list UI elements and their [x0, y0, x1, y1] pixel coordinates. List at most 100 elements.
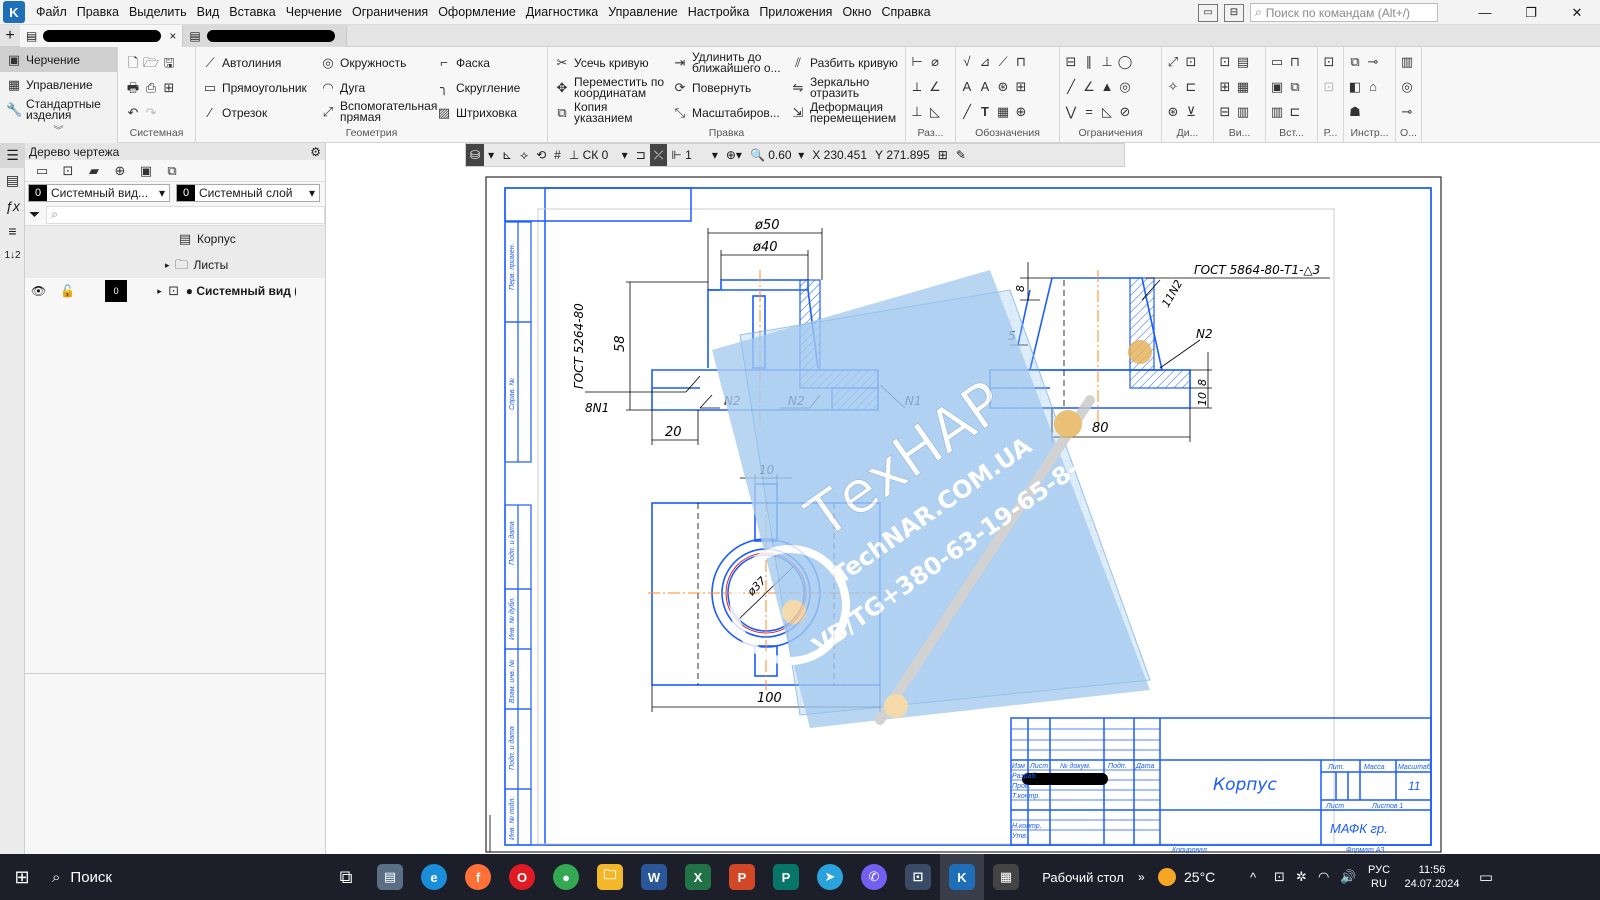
measure-icon[interactable]: ⊞ — [934, 148, 952, 162]
di-5-icon[interactable]: ⊛ — [1164, 103, 1182, 121]
tree-tool-6-icon[interactable]: ⧉ — [163, 162, 181, 180]
autoline-button[interactable]: ⟋ Автолиния — [202, 55, 281, 71]
snap-active-icon[interactable]: ⤫ — [649, 144, 668, 166]
o-2-icon[interactable]: ◎ — [1398, 78, 1416, 96]
dim-linear-icon[interactable]: ⊢ — [908, 53, 926, 71]
view-select[interactable]: 0 Системный вид... ▾ — [28, 184, 170, 202]
panel-toggle-icon[interactable]: ▭ — [1198, 3, 1218, 22]
expand-icon[interactable]: ▸ — [157, 286, 162, 297]
ortho-icon[interactable]: ⊾ — [498, 148, 516, 162]
save-all-icon[interactable]: ⊞ — [160, 79, 178, 97]
tree-item-system-view[interactable]: 👁 🔓 0 ▸ ⊡ ● Системный вид (1:1) — [25, 278, 325, 304]
explorer-icon[interactable]: 🗀 — [588, 854, 632, 900]
lock-icon[interactable]: 🔓 — [60, 284, 75, 298]
chamfer-button[interactable]: ⌐ Фаска — [436, 55, 490, 71]
viber-icon[interactable]: ✆ — [852, 854, 896, 900]
dim-radial-icon[interactable]: ⟂ — [908, 78, 926, 96]
nav-control[interactable]: ▦ Управление — [0, 72, 117, 97]
tray-app-icon[interactable]: ⊡ — [1274, 869, 1296, 885]
constr-6-icon[interactable]: ∠ — [1080, 78, 1098, 96]
roughness-icon[interactable]: √ — [958, 53, 976, 71]
center-mark-icon[interactable]: ⊕ — [1012, 103, 1030, 121]
fillet-button[interactable]: ╮ Скругление — [436, 80, 520, 96]
zoom-select[interactable]: 🔍 0.60 ▾ — [746, 148, 808, 162]
image-icon[interactable]: ▣ — [1268, 78, 1286, 96]
wifi-icon[interactable]: ◠ — [1318, 869, 1340, 885]
close-tab-icon[interactable]: × — [169, 29, 176, 43]
tree-tool-2-icon[interactable]: ⊡ — [59, 162, 77, 180]
tray-up-icon[interactable]: ^ — [1250, 870, 1274, 885]
copy-button[interactable]: ⧉ Копия указанием — [554, 101, 666, 124]
tree-tool-3-icon[interactable]: ▰ — [85, 162, 103, 180]
weather-widget[interactable]: 25°C — [1158, 868, 1250, 886]
close-button[interactable]: ✕ — [1554, 0, 1600, 25]
extend-button[interactable]: ⇥ Удлинить до ближайшего о... — [672, 51, 784, 74]
rotate-view-icon[interactable]: ⟲ — [532, 148, 550, 162]
menu-file[interactable]: Файл — [31, 5, 72, 19]
grid-icon[interactable]: # — [550, 148, 565, 162]
restore-button[interactable]: ❐ — [1508, 0, 1554, 25]
new-tab-button[interactable]: + — [0, 25, 20, 47]
view-1-icon[interactable]: ⊡ — [1216, 53, 1234, 71]
print-icon[interactable]: 🖶 — [124, 79, 142, 97]
leader2-icon[interactable]: ╱ — [958, 103, 976, 121]
step-select[interactable]: ⊩ 1 ▾ — [667, 148, 722, 162]
eye-icon[interactable]: 👁 — [31, 284, 46, 298]
command-search-input[interactable]: ⌕ Поиск по командам (Alt+/) — [1250, 3, 1438, 22]
dim-auto-icon[interactable]: ◺ — [926, 103, 944, 121]
constr-11-icon[interactable]: ◺ — [1098, 103, 1116, 121]
document-tab-1[interactable]: ▤ × — [20, 24, 184, 47]
di-1-icon[interactable]: ⤢ — [1164, 53, 1182, 71]
filter-icon[interactable]: ⏷ — [29, 206, 40, 223]
tree-tool-4-icon[interactable]: ⊕ — [111, 162, 129, 180]
tree-filter-input[interactable]: ⌕ — [46, 205, 325, 224]
text-t-icon[interactable]: T — [976, 103, 994, 121]
menu-window[interactable]: Окно — [837, 5, 876, 19]
hatch-button[interactable]: ▨ Штриховка — [436, 105, 517, 121]
eyedropper-icon[interactable]: ✎ — [952, 148, 970, 162]
r-2-icon[interactable]: ⊡ — [1320, 78, 1338, 96]
constr-5-icon[interactable]: ╱ — [1062, 78, 1080, 96]
variables-fx-icon[interactable]: ƒx — [0, 193, 25, 218]
gear-icon[interactable]: ⚙ — [310, 145, 321, 159]
tree-panel-icon[interactable]: ☰ — [0, 143, 25, 168]
tool-5-icon[interactable]: ☗ — [1346, 103, 1364, 121]
constr-1-icon[interactable]: ⊟ — [1062, 53, 1080, 71]
app-icon-1[interactable]: ▤ — [368, 854, 412, 900]
ins-4-icon[interactable]: ⧉ — [1286, 78, 1304, 96]
windows-start-icon[interactable]: ⊞ — [0, 854, 44, 900]
di-3-icon[interactable]: ✧ — [1164, 78, 1182, 96]
table-icon[interactable]: ⊞ — [1012, 78, 1030, 96]
drawing-workspace[interactable]: Перв. примен. Справ. № Подп. и дата Инв.… — [326, 143, 1600, 854]
constr-8-icon[interactable]: ◎ — [1116, 78, 1134, 96]
firefox-icon[interactable]: f — [456, 854, 500, 900]
menu-control[interactable]: Управление — [603, 5, 683, 19]
scale-button[interactable]: ⤡ Масштабиров... — [672, 105, 780, 121]
document-tab-2[interactable]: ▤ — [183, 24, 348, 47]
ins-1-icon[interactable]: ▭ — [1268, 53, 1286, 71]
expand-icon[interactable]: ▸ — [165, 260, 170, 271]
tree-item-korpus[interactable]: ▤ Корпус — [25, 226, 325, 252]
o-3-icon[interactable]: ⊸ — [1398, 103, 1416, 121]
constr-3-icon[interactable]: ⊥ — [1098, 53, 1116, 71]
text-a-icon[interactable]: A — [958, 78, 976, 96]
kompas-icon[interactable]: K — [940, 854, 984, 900]
layer-select[interactable]: 0 Системный слой ▾ — [176, 184, 320, 202]
round-icon[interactable]: ⊐ — [632, 148, 650, 162]
tree-tool-5-icon[interactable]: ▣ — [137, 162, 155, 180]
collapse-icon[interactable]: ︾ — [0, 122, 117, 137]
edge-icon[interactable]: e — [412, 854, 456, 900]
ins-2-icon[interactable]: ⊓ — [1286, 53, 1304, 71]
text-a2-icon[interactable]: A — [976, 78, 994, 96]
trim-curve-button[interactable]: ✂ Усечь кривую — [554, 55, 649, 71]
telegram-icon[interactable]: ➤ — [808, 854, 852, 900]
zoom-window-icon[interactable]: ⊕▾ — [722, 148, 746, 162]
chevron-icon[interactable]: » — [1138, 870, 1158, 884]
volume-icon[interactable]: 🔊 — [1340, 869, 1362, 885]
menu-apps[interactable]: Приложения — [754, 5, 837, 19]
menu-help[interactable]: Справка — [877, 5, 936, 19]
panel-settings-icon[interactable]: ⊟ — [1224, 3, 1244, 22]
menu-view[interactable]: Вид — [192, 5, 225, 19]
view-3-icon[interactable]: ⊞ — [1216, 78, 1234, 96]
menu-constraints[interactable]: Ограничения — [347, 5, 433, 19]
